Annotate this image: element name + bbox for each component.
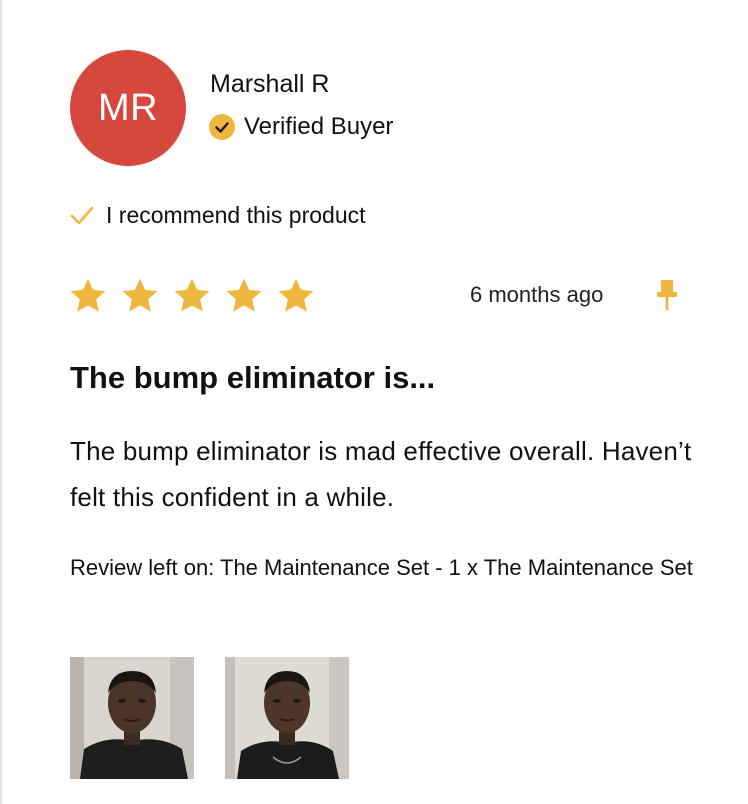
- star-icon: [278, 278, 314, 312]
- review-photo-1[interactable]: [70, 657, 194, 779]
- review-date: 6 months ago: [470, 282, 604, 307]
- verified-label: Verified Buyer: [244, 113, 394, 140]
- verified-check-icon: [209, 114, 235, 140]
- review-photo-2[interactable]: [225, 657, 349, 779]
- avatar: MR: [70, 50, 186, 166]
- review-body: The bump eliminator is mad effective ove…: [70, 436, 692, 512]
- review-title: The bump eliminator is...: [70, 360, 436, 395]
- review-photos: [70, 657, 380, 779]
- star-icon: [226, 278, 262, 312]
- star-rating: [68, 276, 328, 316]
- recommend-row: I recommend this product: [70, 202, 366, 229]
- author-name: Marshall R: [210, 70, 330, 98]
- checkmark-icon: [70, 206, 94, 224]
- star-icon: [174, 278, 210, 312]
- star-icon: [122, 278, 158, 312]
- verified-badge: Verified Buyer: [208, 113, 393, 141]
- pin-icon[interactable]: [654, 278, 680, 312]
- review-product-line: Review left on: The Maintenance Set - 1 …: [70, 555, 693, 580]
- recommend-text: I recommend this product: [106, 202, 366, 228]
- star-icon: [70, 278, 106, 312]
- review-card: MR Marshall R Verified Buyer I recommend…: [0, 0, 748, 804]
